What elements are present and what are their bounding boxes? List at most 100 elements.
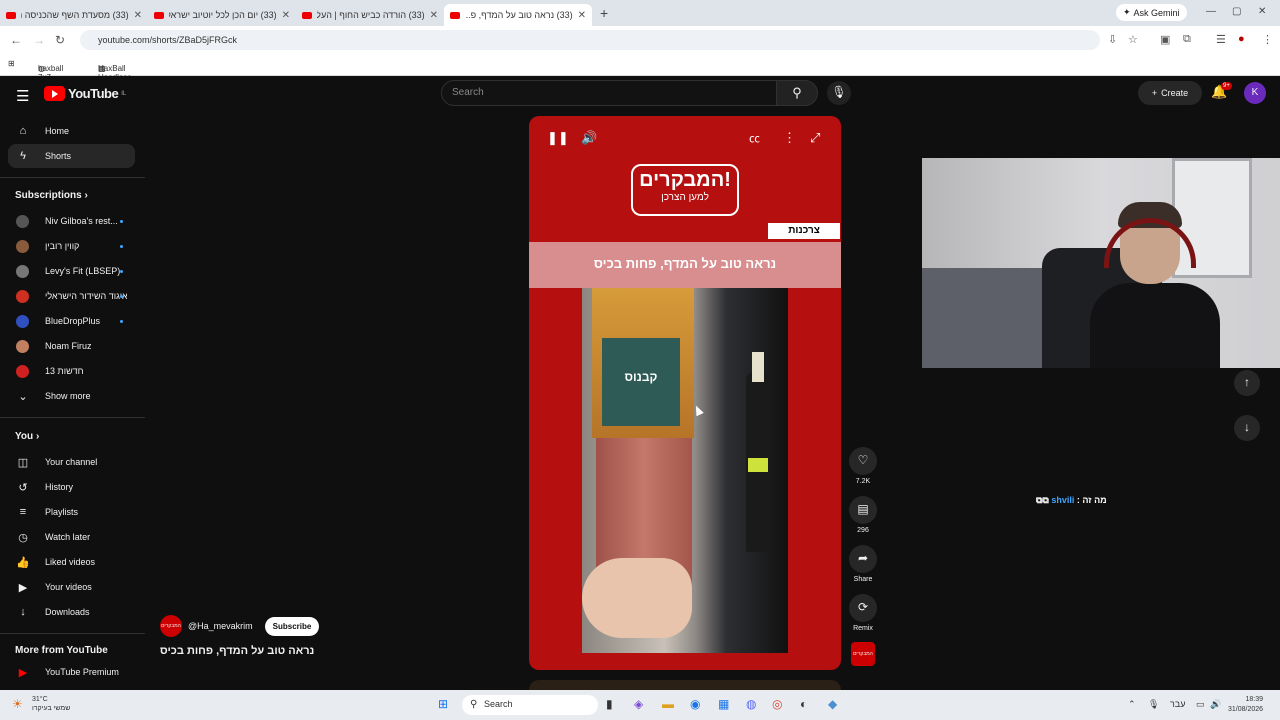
- subscription-item[interactable]: Levy's Fit (LBSEP): [8, 259, 135, 283]
- captions-icon[interactable]: ㏄: [749, 130, 760, 146]
- close-icon[interactable]: ✕: [134, 10, 142, 21]
- account-avatar[interactable]: K: [1244, 82, 1266, 104]
- sidebar-item-history[interactable]: ↺ History: [8, 475, 135, 499]
- discord-icon[interactable]: ◍: [746, 697, 756, 711]
- browser-tab[interactable]: (33) מסעדת השף שהכניסה נוק ✕: [0, 4, 148, 26]
- language-indicator[interactable]: עבר: [1170, 699, 1185, 709]
- install-icon[interactable]: ⇩: [1108, 33, 1117, 46]
- app-icon[interactable]: ◐: [800, 697, 807, 711]
- search-input[interactable]: Search: [441, 80, 777, 106]
- hamburger-menu-icon[interactable]: ☰: [16, 87, 29, 105]
- store-icon[interactable]: ▦: [718, 697, 729, 711]
- youtube-favicon-icon: [450, 11, 460, 19]
- create-button[interactable]: + Create: [1138, 81, 1202, 105]
- sidebar-item-liked-videos[interactable]: 👍 Liked videos: [8, 550, 135, 574]
- tray-overflow-icon[interactable]: ⌃: [1128, 699, 1136, 710]
- windows-start-icon[interactable]: ⊞: [438, 697, 448, 711]
- extensions-puzzle-icon[interactable]: ⧉: [1183, 33, 1191, 46]
- like-button[interactable]: ♡ 7.2K: [849, 447, 877, 485]
- weather-icon[interactable]: ☀: [12, 697, 23, 711]
- chat-badge-icon: ⧉⧉: [1036, 495, 1052, 505]
- more-options-icon[interactable]: ⋮: [783, 130, 796, 146]
- subscription-item[interactable]: Niv Gilboa's rest...: [8, 209, 135, 233]
- youtube-favicon-icon: [302, 11, 312, 19]
- search-button[interactable]: ⚲: [776, 80, 818, 106]
- close-icon[interactable]: ✕: [282, 10, 290, 21]
- fullscreen-icon[interactable]: ⤢: [810, 130, 820, 146]
- maximize-icon[interactable]: ▢: [1232, 6, 1241, 17]
- weather-widget[interactable]: 31°C שמשי בעיקרו: [32, 695, 70, 713]
- comments-button[interactable]: ▤ 296: [849, 496, 877, 534]
- volume-icon[interactable]: 🔊: [1210, 699, 1221, 710]
- subscription-item[interactable]: חדשות 13: [8, 359, 135, 383]
- back-icon[interactable]: ←: [10, 33, 22, 47]
- subscription-item[interactable]: קווין רובין: [8, 234, 135, 258]
- pause-icon[interactable]: ❚❚: [547, 130, 569, 146]
- sidebar-item-premium[interactable]: ▶ YouTube Premium: [8, 660, 135, 684]
- subscription-item[interactable]: BlueDropPlus: [8, 309, 135, 333]
- channel-avatar: [16, 264, 29, 278]
- task-view-icon[interactable]: ▮: [606, 697, 613, 711]
- browser-tab-active[interactable]: (33) נראה טוב על המדף, פ... ✕: [444, 4, 592, 26]
- youtube-logo[interactable]: YouTube IL: [44, 86, 126, 101]
- sidebar-item-downloads[interactable]: ↓ Downloads: [8, 600, 135, 624]
- subscription-item[interactable]: איגוד השידור הישראלי: [8, 284, 135, 308]
- extension-icon[interactable]: ▣: [1160, 33, 1170, 46]
- reload-icon[interactable]: ↻: [55, 33, 65, 47]
- sidebar-item-shorts[interactable]: ϟ Shorts: [8, 144, 135, 168]
- network-icon[interactable]: ▭: [1196, 699, 1205, 710]
- sidebar-item-watch-later[interactable]: ◷ Watch later: [8, 525, 135, 549]
- you-heading[interactable]: You ›: [15, 431, 39, 442]
- shorts-video-player[interactable]: ❚❚ 🔊 ㏄ ⋮ ⤢ המבקרים! למען הצרכן צרכנות נר…: [529, 116, 841, 670]
- show-more-button[interactable]: ⌄ Show more: [8, 384, 135, 408]
- apps-icon[interactable]: ⊞: [8, 59, 15, 68]
- video-title: נראה טוב על המדף, פחות בכיס: [160, 645, 315, 657]
- mic-icon[interactable]: 🎙: [1148, 699, 1159, 710]
- profile-icon[interactable]: ●: [1238, 33, 1245, 45]
- subscription-item[interactable]: Noam Firuz: [8, 334, 135, 358]
- ask-gemini-button[interactable]: ✦ Ask Gemini: [1116, 4, 1187, 21]
- volume-icon[interactable]: 🔊: [581, 130, 597, 146]
- taskbar-clock[interactable]: 18:39 31/08/2026: [1228, 695, 1263, 715]
- share-button[interactable]: ➦ Share: [849, 545, 877, 583]
- forward-icon[interactable]: →: [33, 33, 45, 47]
- youtube-favicon-icon: [154, 11, 164, 19]
- next-short-button[interactable]: ↓: [1234, 415, 1260, 441]
- teams-icon[interactable]: ◈: [634, 697, 643, 711]
- subscriptions-heading[interactable]: Subscriptions ›: [15, 190, 88, 201]
- heart-icon: ♡: [849, 447, 877, 475]
- browser-tab[interactable]: (33) הורדה כביש החוף | העלות ✕: [296, 4, 444, 26]
- edge-icon[interactable]: ◉: [690, 697, 700, 711]
- sidebar-item-home[interactable]: ⌂ Home: [8, 119, 135, 143]
- channel-thumbnail[interactable]: המבקרים: [851, 642, 875, 666]
- minimize-icon[interactable]: —: [1206, 6, 1216, 17]
- sidebar-item-playlists[interactable]: ≡ Playlists: [8, 500, 135, 524]
- sidebar-item-your-videos[interactable]: ▶ Your videos: [8, 575, 135, 599]
- previous-short-button[interactable]: ↑: [1234, 370, 1260, 396]
- url-field[interactable]: youtube.com/shorts/ZBaD5jFRGck: [80, 30, 1100, 50]
- bottle: [746, 352, 770, 552]
- hand: [582, 558, 692, 638]
- channel-avatar[interactable]: המבקרים: [160, 615, 182, 637]
- subscribe-button[interactable]: Subscribe: [264, 616, 320, 636]
- app-icon[interactable]: ◆: [828, 697, 837, 711]
- new-tab-icon[interactable]: +: [600, 5, 608, 21]
- webcam-overlay: [922, 158, 1280, 368]
- close-icon[interactable]: ✕: [578, 10, 586, 21]
- remix-button[interactable]: ⟳ Remix: [849, 594, 877, 632]
- browser-tab[interactable]: (33) יום הכן לכל יוטיוב ישראלי! ✕: [148, 4, 296, 26]
- voice-search-button[interactable]: 🎙: [827, 81, 851, 105]
- taskbar-search[interactable]: Search: [462, 695, 598, 715]
- notification-badge: 9+: [1221, 82, 1232, 90]
- channel-handle[interactable]: @Ha_mevakrim: [188, 621, 253, 631]
- category-tag: צרכנות: [768, 223, 840, 239]
- channel-info: המבקרים @Ha_mevakrim Subscribe: [160, 615, 320, 637]
- window-close-icon[interactable]: ✕: [1258, 6, 1266, 17]
- bookmark-star-icon[interactable]: ☆: [1128, 33, 1138, 46]
- sidebar-item-your-channel[interactable]: ◫ Your channel: [8, 450, 135, 474]
- file-explorer-icon[interactable]: ▬: [662, 697, 674, 711]
- chrome-icon[interactable]: ◎: [772, 697, 782, 711]
- close-icon[interactable]: ✕: [430, 10, 438, 21]
- sidepanel-icon[interactable]: ☰: [1216, 33, 1226, 46]
- browser-menu-icon[interactable]: ⋮: [1262, 33, 1273, 46]
